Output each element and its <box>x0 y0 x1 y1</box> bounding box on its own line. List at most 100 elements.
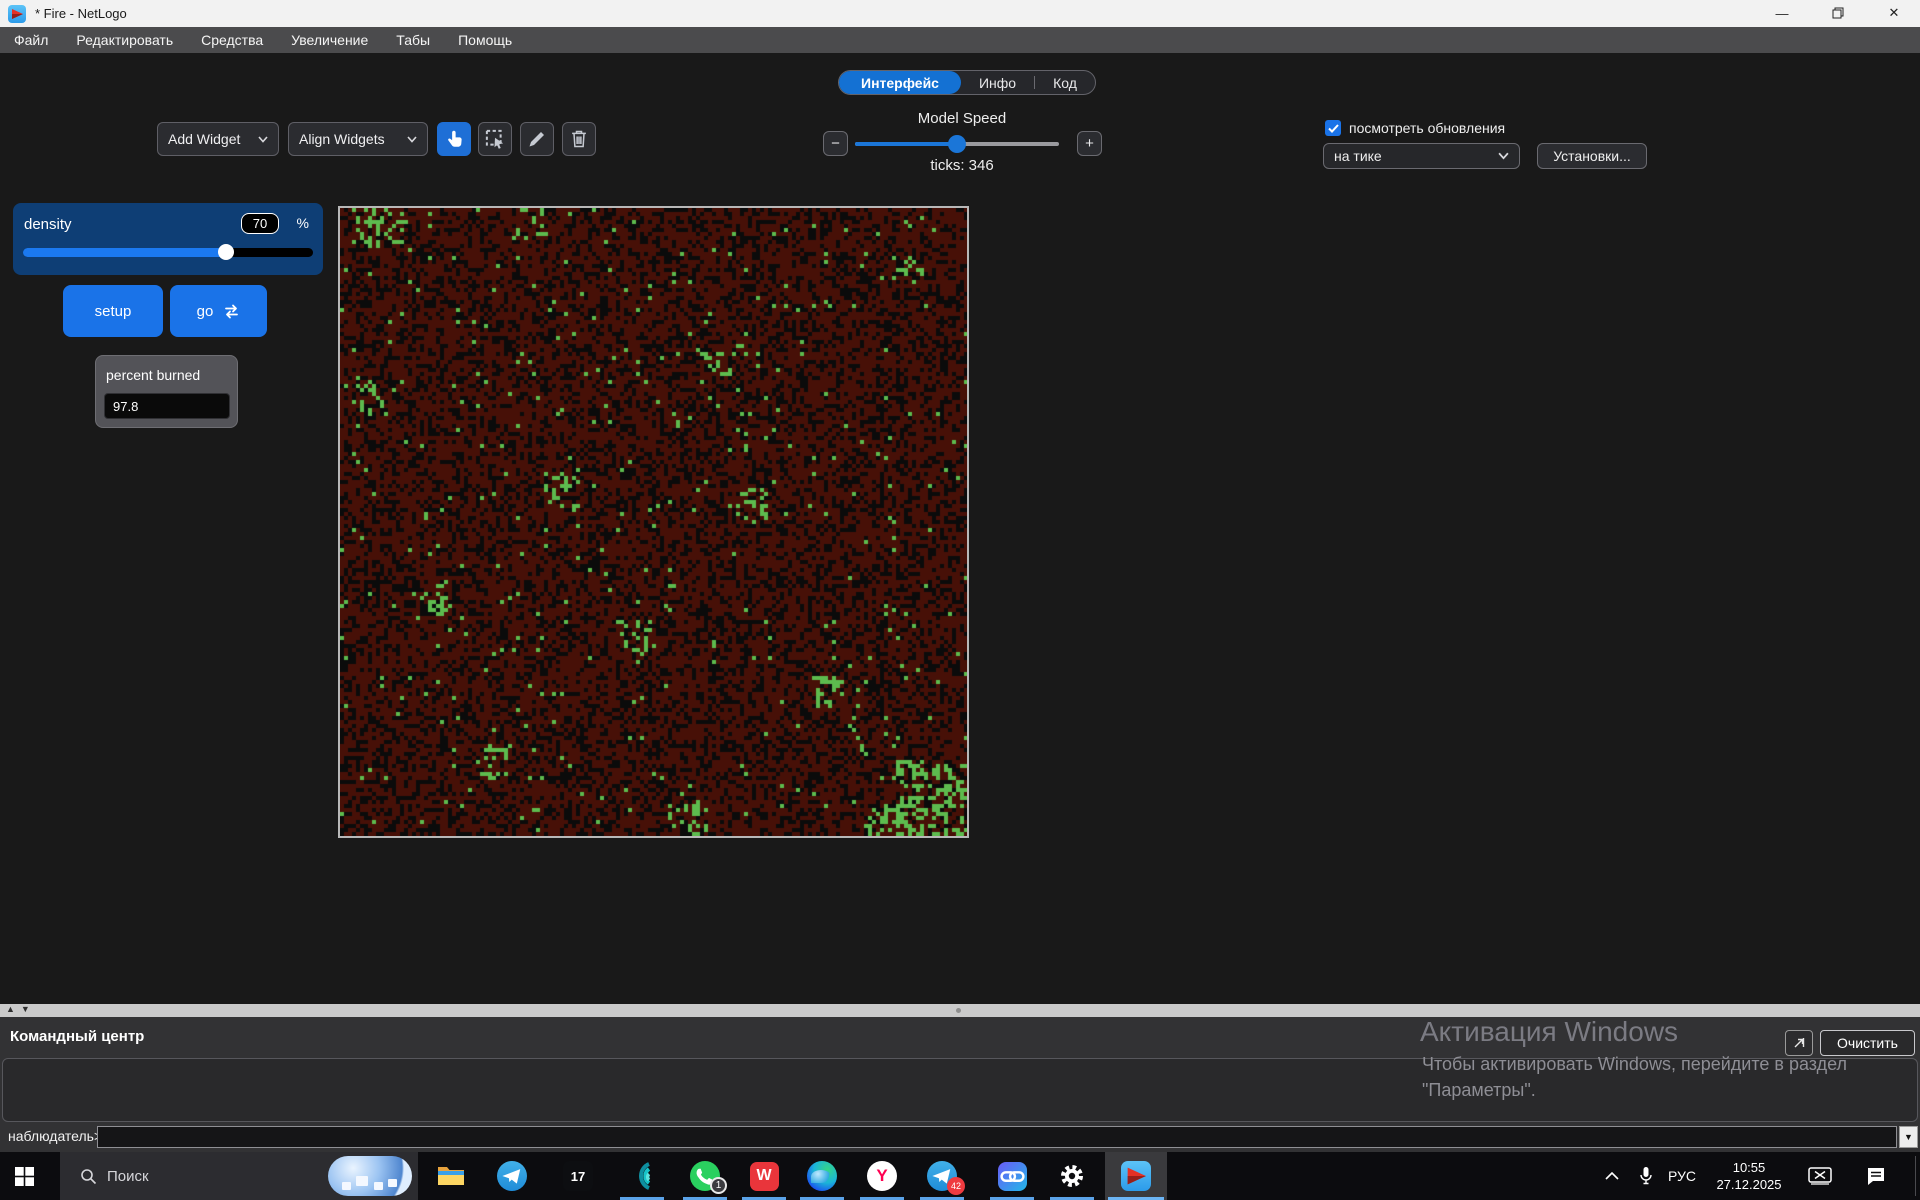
taskbar-telegram-alt[interactable]: 42 <box>918 1152 966 1200</box>
density-slider-fill <box>23 248 226 257</box>
close-button[interactable]: ✕ <box>1879 0 1909 26</box>
taskbar-wps-office[interactable]: W <box>740 1152 788 1200</box>
menu-zoom[interactable]: Увеличение <box>277 27 382 53</box>
taskbar-whatsapp[interactable]: 1 <box>681 1152 729 1200</box>
taskbar-settings[interactable] <box>1048 1152 1096 1200</box>
marquee-select-icon <box>485 129 505 149</box>
speed-slower-button[interactable]: − <box>823 131 848 156</box>
settings-button[interactable]: Установки... <box>1537 143 1647 169</box>
align-widgets-dropdown[interactable]: Align Widgets <box>288 122 428 156</box>
taskbar-tradingview[interactable]: 17 <box>554 1152 602 1200</box>
add-widget-dropdown[interactable]: Add Widget <box>157 122 279 156</box>
chevron-down-icon <box>407 136 417 143</box>
menu-tools[interactable]: Средства <box>187 27 277 53</box>
command-input[interactable] <box>97 1126 1897 1148</box>
taskbar-telegram[interactable] <box>488 1152 536 1200</box>
start-button[interactable] <box>0 1152 48 1200</box>
wps-letter: W <box>756 1167 771 1185</box>
notification-icon <box>1866 1166 1886 1186</box>
tray-app-icon-button[interactable] <box>1800 1152 1840 1200</box>
splitter-arrows-icon[interactable]: ▲▼ <box>6 1004 36 1014</box>
interact-hand-tool-button[interactable] <box>437 122 471 156</box>
update-mode-dropdown[interactable]: на тике <box>1323 143 1520 169</box>
detach-command-center-button[interactable] <box>1785 1030 1813 1056</box>
minimize-button[interactable]: — <box>1767 0 1797 26</box>
monitor-label: percent burned <box>106 367 200 383</box>
taskbar-wave-app[interactable] <box>618 1152 666 1200</box>
taskbar-edge[interactable] <box>798 1152 846 1200</box>
select-widgets-tool-button[interactable] <box>478 122 512 156</box>
command-output-area[interactable] <box>2 1058 1918 1122</box>
world-view[interactable] <box>338 206 969 838</box>
yandex-browser-icon: Y <box>867 1161 897 1191</box>
density-unit: % <box>297 215 309 231</box>
tray-clock[interactable]: 10:55 27.12.2025 <box>1703 1156 1795 1196</box>
world-canvas <box>340 208 967 836</box>
wps-office-icon: W <box>750 1162 779 1191</box>
model-speed-label: Model Speed <box>855 110 1069 127</box>
wave-app-icon <box>627 1161 657 1191</box>
tab-code[interactable]: Код <box>1035 71 1095 94</box>
percent-burned-monitor: percent burned 97.8 <box>95 355 238 428</box>
command-center-splitter[interactable]: ▲▼ <box>0 1004 1920 1017</box>
chevron-up-icon <box>1605 1172 1619 1180</box>
whatsapp-icon: 1 <box>690 1161 720 1191</box>
taskbar-separator <box>1915 1156 1916 1196</box>
chevron-down-icon <box>258 136 268 143</box>
taskbar-netlogo[interactable] <box>1105 1152 1167 1200</box>
model-speed-thumb[interactable] <box>948 135 966 153</box>
chain-link-icon <box>998 1162 1027 1191</box>
density-slider-thumb[interactable] <box>218 244 234 260</box>
netlogo-icon <box>1121 1161 1151 1191</box>
model-speed-slider[interactable] <box>855 142 1059 146</box>
menu-tabs[interactable]: Табы <box>382 27 444 53</box>
gear-icon <box>1059 1163 1085 1189</box>
telegram-icon <box>497 1161 527 1191</box>
taskbar-search-box[interactable]: Поиск <box>60 1152 418 1200</box>
chevron-down-icon <box>1498 152 1509 160</box>
speed-faster-button[interactable]: + <box>1077 131 1102 156</box>
weather-widget-icon[interactable] <box>328 1156 412 1196</box>
taskbar: Поиск 17 <box>0 1152 1920 1200</box>
tray-overflow-button[interactable] <box>1598 1152 1626 1200</box>
tab-interface[interactable]: Интерфейс <box>839 71 961 94</box>
restore-button[interactable] <box>1823 0 1853 26</box>
update-mode-value: на тике <box>1334 148 1382 164</box>
density-slider-track[interactable] <box>23 248 313 257</box>
tradingview-icon: 17 <box>563 1161 593 1191</box>
search-icon <box>80 1168 97 1185</box>
setup-button[interactable]: setup <box>63 285 163 337</box>
file-explorer-icon <box>437 1164 465 1188</box>
setup-button-label: setup <box>95 303 132 320</box>
tray-language-switcher[interactable]: РУС <box>1662 1152 1702 1200</box>
menu-help[interactable]: Помощь <box>444 27 526 53</box>
windows-logo-icon <box>15 1167 34 1186</box>
forever-loop-icon <box>223 304 240 319</box>
notification-center-button[interactable] <box>1856 1152 1896 1200</box>
menu-edit[interactable]: Редактировать <box>62 27 187 53</box>
command-center: Командный центр Очистить наблюдатель> ▼ <box>0 1017 1920 1152</box>
hand-icon <box>444 129 464 149</box>
menu-file[interactable]: Файл <box>0 27 62 53</box>
trash-icon <box>569 129 589 149</box>
tray-microphone[interactable] <box>1632 1152 1660 1200</box>
view-updates-label: посмотреть обновления <box>1349 120 1505 136</box>
detach-icon <box>1792 1036 1806 1050</box>
taskbar-yandex-browser[interactable]: Y <box>858 1152 906 1200</box>
command-history-button[interactable]: ▼ <box>1899 1126 1918 1148</box>
model-speed-fill <box>855 142 957 146</box>
boxed-x-icon <box>1808 1167 1832 1185</box>
taskbar-file-explorer[interactable] <box>427 1152 475 1200</box>
tab-info[interactable]: Инфо <box>961 71 1034 94</box>
edit-widget-tool-button[interactable] <box>520 122 554 156</box>
delete-widget-tool-button[interactable] <box>562 122 596 156</box>
yandex-letter: Y <box>876 1166 887 1186</box>
view-updates-checkbox[interactable] <box>1325 120 1341 136</box>
edge-icon <box>807 1161 837 1191</box>
menu-bar: Файл Редактировать Средства Увеличение Т… <box>0 27 1920 53</box>
clear-button[interactable]: Очистить <box>1820 1030 1915 1056</box>
go-button[interactable]: go <box>170 285 267 337</box>
search-placeholder: Поиск <box>107 1168 149 1185</box>
taskbar-link-app[interactable] <box>988 1152 1036 1200</box>
netlogo-window: * Fire - NetLogo — ✕ Файл Редактировать … <box>0 0 1920 1200</box>
